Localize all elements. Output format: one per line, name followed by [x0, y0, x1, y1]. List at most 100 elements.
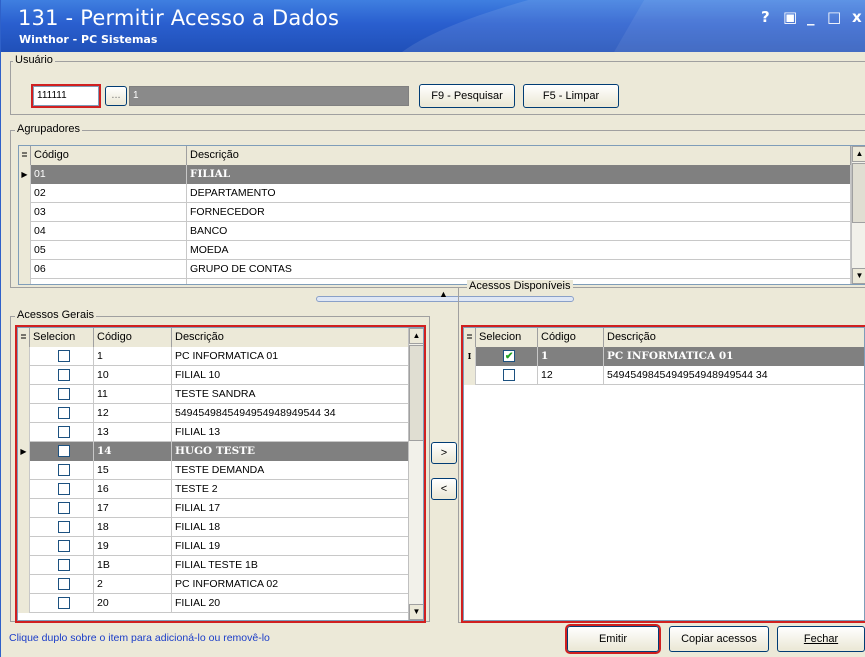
agrupadores-scrollbar[interactable]: ▲ ▼: [851, 146, 865, 284]
table-row[interactable]: 12 5494549845494954948949544 34: [18, 404, 409, 423]
column-header-descricao[interactable]: Descrição: [604, 328, 864, 347]
checkbox[interactable]: [503, 348, 515, 366]
row-indicator: [18, 366, 30, 385]
column-header-descricao[interactable]: Descrição: [172, 328, 409, 347]
table-row[interactable]: 06 GRUPO DE CONTAS: [19, 260, 851, 279]
checkbox[interactable]: [58, 483, 70, 495]
checkbox[interactable]: [58, 369, 70, 381]
column-header-codigo[interactable]: Código: [538, 328, 604, 347]
table-row[interactable]: 16 TESTE 2: [18, 480, 409, 499]
column-menu-icon[interactable]: ≣: [464, 328, 476, 347]
cell-selecion: [30, 423, 94, 442]
table-row[interactable]: 11 TESTE SANDRA: [18, 385, 409, 404]
main-window: 131 - Permitir Acesso a Dados Winthor - …: [0, 0, 865, 657]
row-indicator: [18, 499, 30, 518]
row-indicator: [18, 518, 30, 537]
checkbox[interactable]: [503, 369, 515, 381]
cell-selecion: [30, 537, 94, 556]
column-menu-icon[interactable]: ≣: [19, 146, 31, 165]
checkbox[interactable]: [58, 445, 70, 457]
remove-access-button[interactable]: <: [431, 478, 457, 500]
scroll-thumb[interactable]: [852, 163, 865, 223]
checkbox[interactable]: [58, 597, 70, 609]
table-row[interactable]: 05 MOEDA: [19, 241, 851, 260]
checkbox[interactable]: [58, 388, 70, 400]
close-button[interactable]: Fechar: [777, 626, 865, 652]
close-icon[interactable]: x: [852, 8, 862, 26]
table-row[interactable]: 19 FILIAL 19: [18, 537, 409, 556]
help-icon[interactable]: ?: [761, 8, 770, 26]
cell-codigo: 02: [31, 184, 187, 203]
table-row[interactable]: 15 TESTE DEMANDA: [18, 461, 409, 480]
acessos-disponiveis-grid[interactable]: ≣ Selecion Código Descrição I 1PC INFORMA…: [463, 327, 865, 621]
cell-codigo: 14: [94, 442, 172, 461]
scroll-up-icon[interactable]: ▲: [852, 146, 865, 162]
splitter-arrow-icon[interactable]: ▲: [439, 289, 448, 299]
table-row[interactable]: 02 DEPARTAMENTO: [19, 184, 851, 203]
table-row[interactable]: 20 FILIAL 20: [18, 594, 409, 613]
table-row[interactable]: 18 FILIAL 18: [18, 518, 409, 537]
checkbox[interactable]: [58, 578, 70, 590]
clear-button[interactable]: F5 - Limpar: [523, 84, 619, 108]
column-header-selecion[interactable]: Selecion: [476, 328, 538, 347]
maximize-icon[interactable]: □: [827, 8, 841, 26]
cell-codigo: 19: [94, 537, 172, 556]
table-row[interactable]: 03 FORNECEDOR: [19, 203, 851, 222]
user-code-input[interactable]: 111111: [31, 84, 101, 108]
agrupadores-grid[interactable]: ≣ Código Descrição ▶ 01 FILIAL 02 DEPARTAMEN…: [18, 145, 865, 285]
column-header-selecion[interactable]: Selecion: [30, 328, 94, 347]
minimize-icon[interactable]: _: [807, 8, 815, 26]
table-row[interactable]: 07SUPERVISOR: [19, 279, 851, 284]
cell-descricao: PC INFORMATICA 02: [172, 575, 409, 594]
checkbox[interactable]: [58, 521, 70, 533]
column-header-codigo[interactable]: Código: [31, 146, 187, 165]
acessos-gerais-scrollbar[interactable]: ▲ ▼: [408, 328, 423, 620]
copy-access-button[interactable]: Copiar acessos: [669, 626, 769, 652]
scroll-up-icon[interactable]: ▲: [409, 328, 423, 344]
restore-icon[interactable]: ▣: [783, 8, 797, 26]
cell-codigo: 06: [31, 260, 187, 279]
cell-descricao: FILIAL: [187, 165, 851, 184]
checkbox[interactable]: [58, 540, 70, 552]
search-button[interactable]: F9 - Pesquisar: [419, 84, 515, 108]
checkbox[interactable]: [58, 350, 70, 362]
cell-descricao: FILIAL TESTE 1B: [172, 556, 409, 575]
checkbox[interactable]: [58, 464, 70, 476]
table-row[interactable]: 2 PC INFORMATICA 02: [18, 575, 409, 594]
column-header-descricao[interactable]: Descrição: [187, 146, 851, 165]
table-row[interactable]: 1 PC INFORMATICA 01: [18, 347, 409, 366]
checkbox[interactable]: [58, 559, 70, 571]
checkbox[interactable]: [58, 502, 70, 514]
column-header-codigo[interactable]: Código: [94, 328, 172, 347]
add-access-button[interactable]: >: [431, 442, 457, 464]
column-menu-icon[interactable]: ≣: [18, 328, 30, 347]
title-bar: 131 - Permitir Acesso a Dados Winthor - …: [1, 0, 865, 52]
acessos-gerais-grid[interactable]: ≣ Selecion Código Descrição 1 PC INFORMAT…: [17, 327, 424, 621]
checkbox[interactable]: [58, 407, 70, 419]
emit-button[interactable]: Emitir: [565, 624, 661, 654]
cell-descricao: FILIAL 10: [172, 366, 409, 385]
cell-selecion: [30, 385, 94, 404]
table-row[interactable]: ▶ 14 HUGO TESTE: [18, 442, 409, 461]
cell-descricao: BANCO: [187, 222, 851, 241]
table-row[interactable]: 1B FILIAL TESTE 1B: [18, 556, 409, 575]
row-indicator: [18, 347, 30, 366]
table-row[interactable]: 04 BANCO: [19, 222, 851, 241]
checkbox[interactable]: [58, 426, 70, 438]
table-row[interactable]: 13 FILIAL 13: [18, 423, 409, 442]
cell-selecion: [30, 442, 94, 461]
scroll-down-icon[interactable]: ▼: [409, 604, 423, 620]
cell-descricao: DEPARTAMENTO: [187, 184, 851, 203]
table-row[interactable]: 10 FILIAL 10: [18, 366, 409, 385]
cell-descricao: TESTE 2: [172, 480, 409, 499]
table-row[interactable]: I 1PC INFORMATICA 01: [464, 347, 864, 366]
scroll-down-icon[interactable]: ▼: [852, 268, 865, 284]
user-lookup-button[interactable]: ...: [105, 86, 127, 106]
row-indicator: [18, 537, 30, 556]
scroll-thumb[interactable]: [409, 345, 423, 441]
cell-codigo: 12: [94, 404, 172, 423]
table-row[interactable]: 17 FILIAL 17: [18, 499, 409, 518]
table-row[interactable]: ▶ 01 FILIAL: [19, 165, 851, 184]
table-row[interactable]: 12 5494549845494954948949544 34: [464, 366, 864, 385]
row-indicator: [19, 203, 31, 222]
